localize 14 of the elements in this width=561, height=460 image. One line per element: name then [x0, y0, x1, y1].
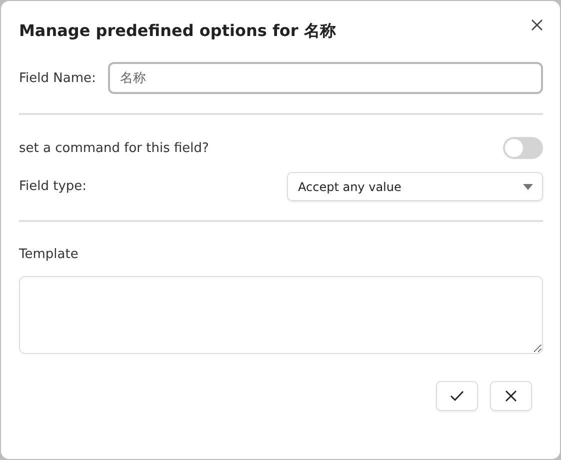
cancel-icon	[505, 390, 517, 402]
cancel-button[interactable]	[490, 381, 532, 411]
field-name-label: Field Name:	[19, 70, 96, 86]
field-name-input[interactable]: 名称	[108, 62, 543, 94]
confirm-button[interactable]	[436, 381, 478, 411]
close-icon	[531, 19, 543, 31]
dialog-title: Manage predefined options for 名称	[19, 21, 336, 42]
checkmark-icon	[450, 390, 464, 402]
command-toggle[interactable]	[503, 137, 543, 159]
command-label: set a command for this field?	[19, 140, 209, 156]
template-label: Template	[19, 247, 80, 262]
field-type-dropdown[interactable]: Accept any value	[287, 172, 543, 201]
field-type-label: Field type:	[19, 179, 87, 194]
dropdown-caret-icon	[523, 184, 533, 190]
